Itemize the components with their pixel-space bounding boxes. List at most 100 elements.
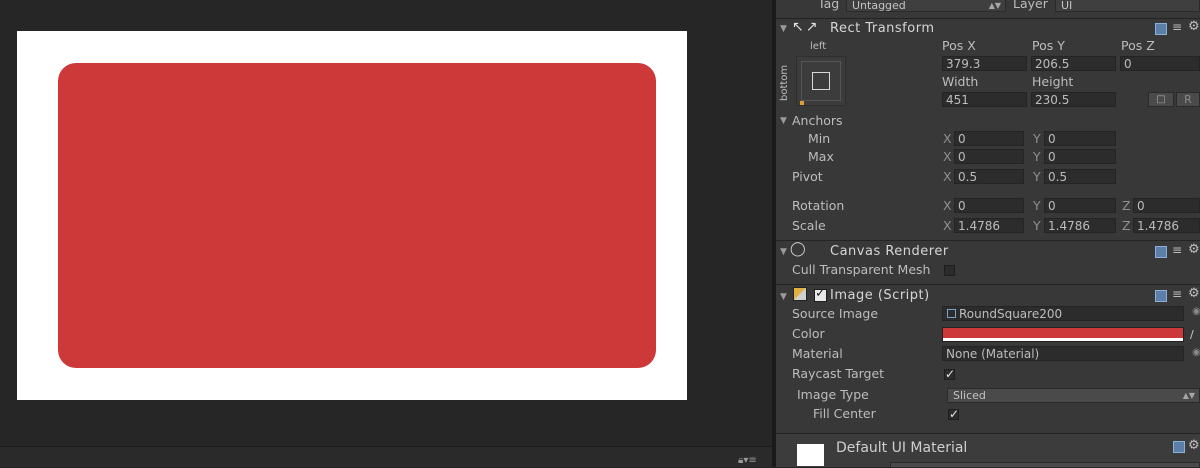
- anchor-min-y-field[interactable]: 0: [1044, 131, 1116, 146]
- object-picker-icon[interactable]: ◉: [1192, 306, 1200, 317]
- raycast-target-label: Raycast Target: [792, 366, 885, 381]
- rotation-y-field[interactable]: 0: [1044, 198, 1116, 213]
- help-book-icon[interactable]: [1155, 290, 1167, 302]
- blueprint-mode-button[interactable]: □: [1148, 92, 1174, 107]
- cull-transparent-mesh-label: Cull Transparent Mesh: [792, 262, 931, 277]
- axis-y-label: Y: [1033, 149, 1041, 164]
- eye-icon: ◯: [790, 241, 806, 257]
- pos-y-field[interactable]: 206.5: [1031, 56, 1116, 71]
- eyedropper-icon[interactable]: ∕: [1190, 328, 1194, 341]
- pos-z-field[interactable]: 0: [1120, 56, 1200, 71]
- anchor-preset-h-label: left: [810, 41, 827, 52]
- pos-z-label: Pos Z: [1121, 38, 1155, 53]
- width-field[interactable]: 451: [942, 92, 1027, 107]
- source-image-value: RoundSquare200: [959, 307, 1063, 321]
- tag-dropdown[interactable]: Untagged ▲▼: [846, 0, 1006, 12]
- material-title: Default UI Material: [836, 440, 968, 456]
- material-label: Material: [792, 346, 843, 361]
- rotation-x-field[interactable]: 0: [954, 198, 1024, 213]
- anchors-foldout-icon[interactable]: ▼: [780, 116, 787, 126]
- rotation-z-field[interactable]: 0: [1133, 198, 1200, 213]
- anchors-label: Anchors: [792, 113, 843, 128]
- axis-x-label: X: [943, 218, 952, 233]
- pos-y-label: Pos Y: [1032, 38, 1065, 53]
- anchor-min-x-field[interactable]: 0: [954, 131, 1024, 146]
- sliders-icon[interactable]: ≡: [1172, 20, 1182, 34]
- width-label: Width: [942, 74, 979, 89]
- anchor-max-label: Max: [808, 149, 834, 164]
- rect-transform-icon: ↖↗: [792, 19, 820, 35]
- scale-label: Scale: [792, 218, 826, 233]
- pos-x-label: Pos X: [942, 38, 976, 53]
- scale-z-field[interactable]: 1.4786: [1133, 218, 1200, 233]
- scale-x-field[interactable]: 1.4786: [954, 218, 1024, 233]
- scene-footer-bar: [0, 446, 772, 467]
- pivot-label: Pivot: [792, 169, 823, 184]
- height-label: Height: [1032, 74, 1074, 89]
- pivot-y-field[interactable]: 0.5: [1044, 169, 1116, 184]
- layer-dropdown[interactable]: UI: [1055, 0, 1200, 12]
- pivot-x-field[interactable]: 0.5: [954, 169, 1024, 184]
- ui-image-rounded-rect[interactable]: [58, 63, 656, 368]
- help-book-icon[interactable]: [1155, 23, 1167, 35]
- lock-icon[interactable]: 🔒︎▾≡: [738, 455, 757, 466]
- axis-y-label: Y: [1033, 198, 1041, 213]
- help-book-icon[interactable]: [1155, 246, 1167, 258]
- axis-x-label: X: [943, 149, 952, 164]
- foldout-triangle-icon[interactable]: ▼: [780, 24, 787, 34]
- source-image-field[interactable]: RoundSquare200: [942, 306, 1184, 321]
- foldout-triangle-icon[interactable]: ▼: [780, 292, 787, 302]
- tag-label: Tag: [818, 0, 840, 11]
- scale-y-field[interactable]: 1.4786: [1044, 218, 1116, 233]
- anchor-max-y-field[interactable]: 0: [1044, 149, 1116, 164]
- object-picker-icon[interactable]: ◉: [1192, 347, 1200, 358]
- image-type-label: Image Type: [797, 387, 869, 402]
- axis-z-label: Z: [1122, 198, 1131, 213]
- layer-label: Layer: [1013, 0, 1048, 11]
- image-script-title: Image (Script): [830, 288, 930, 303]
- image-component-icon: [793, 287, 807, 301]
- source-image-label: Source Image: [792, 306, 879, 321]
- help-book-icon[interactable]: [1173, 441, 1185, 453]
- layer-value: UI: [1061, 0, 1073, 12]
- sliders-icon[interactable]: ≡: [1172, 287, 1182, 301]
- cull-transparent-mesh-checkbox[interactable]: [944, 265, 955, 276]
- gear-icon[interactable]: ⚙: [1188, 438, 1200, 453]
- image-type-dropdown[interactable]: Sliced ▲▼: [947, 388, 1200, 403]
- color-label: Color: [792, 326, 825, 341]
- chevron-down-icon: ▲▼: [988, 1, 1001, 10]
- color-swatch: [943, 328, 1183, 338]
- axis-x-label: X: [943, 131, 952, 146]
- axis-y-label: Y: [1033, 218, 1041, 233]
- foldout-triangle-icon[interactable]: ▼: [780, 247, 787, 257]
- tag-value: Untagged: [852, 0, 906, 12]
- shader-dropdown[interactable]: [890, 462, 1200, 468]
- gear-icon[interactable]: ⚙: [1188, 19, 1200, 34]
- rotation-label: Rotation: [792, 198, 845, 213]
- axis-y-label: Y: [1033, 169, 1041, 184]
- material-field[interactable]: None (Material): [942, 346, 1184, 361]
- anchor-max-x-field[interactable]: 0: [954, 149, 1024, 164]
- anchor-min-label: Min: [808, 131, 831, 146]
- image-type-value: Sliced: [953, 389, 986, 402]
- material-preview-swatch: [797, 444, 824, 466]
- check-icon: ✓: [949, 407, 960, 421]
- axis-x-label: X: [943, 198, 952, 213]
- sliders-icon[interactable]: ≡: [1172, 243, 1182, 257]
- pos-x-field[interactable]: 379.3: [942, 56, 1027, 71]
- gear-icon[interactable]: ⚙: [1188, 286, 1200, 301]
- axis-y-label: Y: [1033, 131, 1041, 146]
- chevron-down-icon: ▲▼: [1182, 391, 1195, 400]
- canvas-renderer-title: Canvas Renderer: [830, 244, 949, 259]
- check-icon: ✓: [945, 367, 956, 381]
- axis-x-label: X: [943, 169, 952, 184]
- height-field[interactable]: 230.5: [1031, 92, 1116, 107]
- raw-edit-button[interactable]: R: [1176, 92, 1200, 107]
- sprite-icon: [947, 309, 956, 318]
- anchor-preset-button[interactable]: [796, 56, 846, 106]
- check-icon: ✓: [815, 286, 826, 301]
- gear-icon[interactable]: ⚙: [1188, 242, 1200, 257]
- anchor-preset-v-label: bottom: [779, 64, 790, 101]
- color-field[interactable]: [942, 327, 1184, 342]
- axis-z-label: Z: [1122, 218, 1131, 233]
